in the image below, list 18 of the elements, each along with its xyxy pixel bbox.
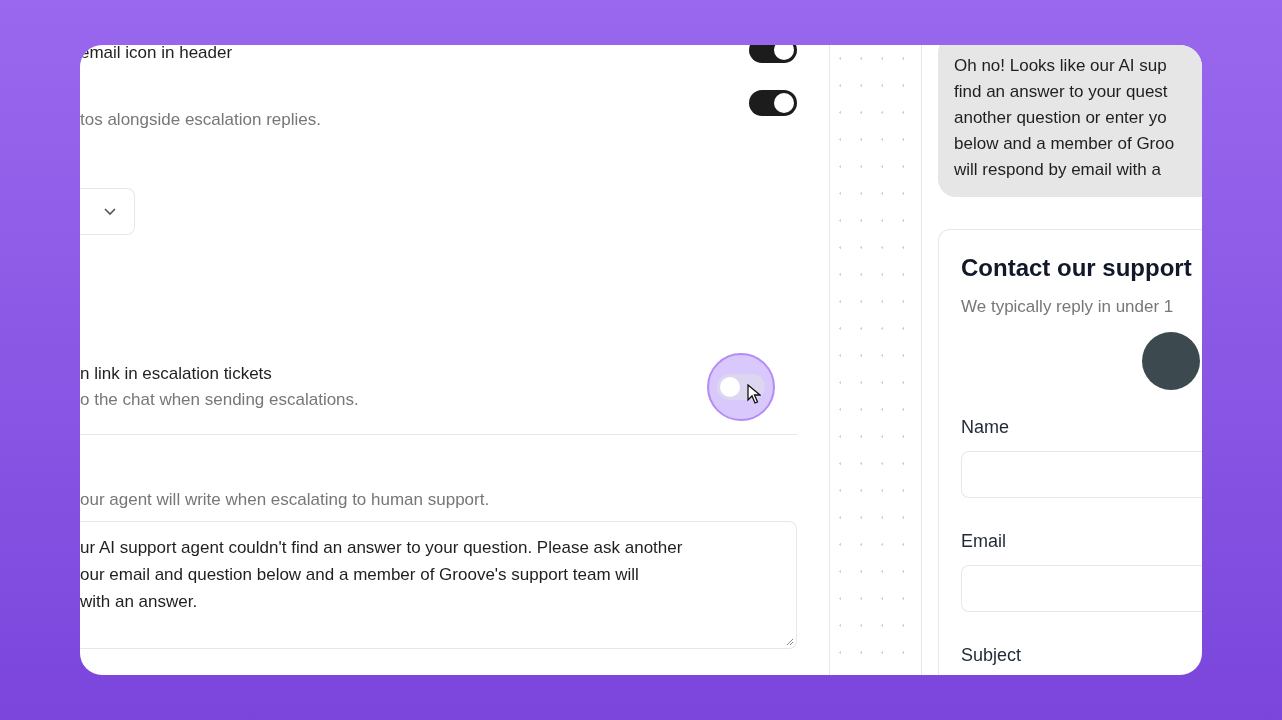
setting-description: tos alongside escalation replies. [80,109,322,131]
toggle-switch[interactable] [749,90,797,116]
field-label: Email [961,529,1007,553]
text-input[interactable] [961,564,1202,612]
setting-description: o the chat when sending escalations. [80,389,360,411]
avatar-photo-placeholder [1142,331,1200,390]
cursor-icon [747,384,761,404]
card-subtitle: We typically reply in under 1 [961,296,1175,318]
chat-bubble: Oh no! Looks like our AI sup find an answer to your quest another question or enter yo below and a member of Groo will respond by email with a [938,45,1202,197]
field-label: Name [961,415,1010,439]
card-title: Contact our support [961,253,1193,283]
resize-handle-icon [786,638,794,646]
field-label: Subject [961,643,1023,667]
text-input[interactable] [961,450,1202,498]
setting-description: our agent will write when escalating to human support. [80,489,491,511]
message-textarea[interactable]: ur AI support agent couldn't find an answer to your question. Please ask another our email and question below and a member of Groove's support team will with an answer. [80,521,797,649]
setting-title: n link in escalation tickets [80,363,273,385]
chevron-down-icon [104,207,116,216]
